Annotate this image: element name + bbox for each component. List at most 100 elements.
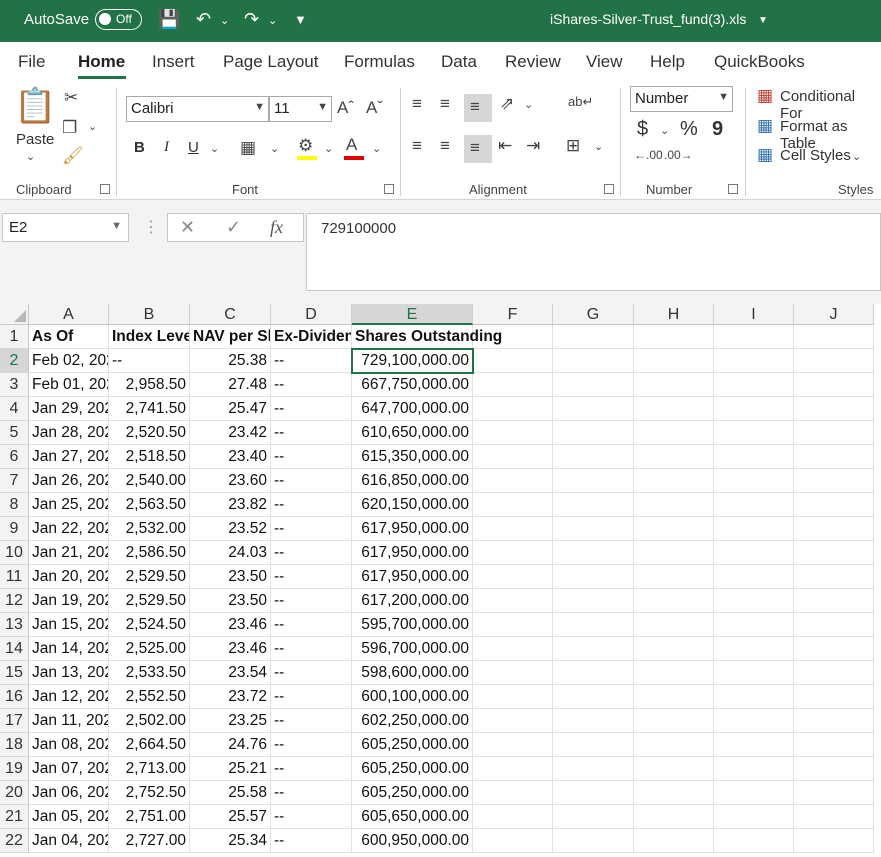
row-header[interactable]: 4	[0, 397, 29, 421]
column-header-e[interactable]: E	[352, 304, 473, 325]
cell-e20[interactable]: 605,250,000.00	[352, 781, 473, 805]
cell-g14[interactable]	[553, 637, 634, 661]
row-header[interactable]: 14	[0, 637, 29, 661]
cell-i12[interactable]	[714, 589, 794, 613]
cell-j13[interactable]	[794, 613, 874, 637]
cell-h10[interactable]	[634, 541, 714, 565]
cell-b11[interactable]: 2,529.50	[109, 565, 190, 589]
row-header[interactable]: 6	[0, 445, 29, 469]
cell-c19[interactable]: 25.21	[190, 757, 271, 781]
cell-i1[interactable]	[714, 325, 794, 349]
row-header[interactable]: 10	[0, 541, 29, 565]
cell-j21[interactable]	[794, 805, 874, 829]
cell-e22[interactable]: 600,950,000.00	[352, 829, 473, 853]
cell-e17[interactable]: 602,250,000.00	[352, 709, 473, 733]
font-name-combo[interactable]: Calibri ▼	[126, 96, 269, 122]
cell-d12[interactable]: --	[271, 589, 352, 613]
clipboard-launcher-icon[interactable]	[100, 184, 110, 194]
cell-g10[interactable]	[553, 541, 634, 565]
cell-e4[interactable]: 647,700,000.00	[352, 397, 473, 421]
column-header-c[interactable]: C	[190, 304, 271, 325]
cell-h1[interactable]	[634, 325, 714, 349]
cell-styles-dropdown-icon[interactable]: ⌄	[852, 150, 861, 163]
paste-icon[interactable]: 📋	[14, 86, 56, 126]
cell-d8[interactable]: --	[271, 493, 352, 517]
title-dropdown-icon[interactable]: ▼	[758, 15, 768, 26]
cell-c4[interactable]: 25.47	[190, 397, 271, 421]
cell-j12[interactable]	[794, 589, 874, 613]
cell-d9[interactable]: --	[271, 517, 352, 541]
cell-h16[interactable]	[634, 685, 714, 709]
cell-i5[interactable]	[714, 421, 794, 445]
cell-b16[interactable]: 2,552.50	[109, 685, 190, 709]
cell-i13[interactable]	[714, 613, 794, 637]
cell-d4[interactable]: --	[271, 397, 352, 421]
cell-d15[interactable]: --	[271, 661, 352, 685]
orientation-dropdown-icon[interactable]: ⌄	[524, 98, 533, 111]
cell-h22[interactable]	[634, 829, 714, 853]
cell-a4[interactable]: Jan 29, 2021	[29, 397, 109, 421]
cell-g13[interactable]	[553, 613, 634, 637]
cell-c12[interactable]: 23.50	[190, 589, 271, 613]
cell-g11[interactable]	[553, 565, 634, 589]
orientation-icon[interactable]: ⇗	[500, 94, 514, 114]
underline-button[interactable]: U	[188, 139, 199, 156]
cell-a20[interactable]: Jan 06, 2021	[29, 781, 109, 805]
cell-f22[interactable]	[473, 829, 553, 853]
enter-icon[interactable]: ✓	[226, 217, 241, 238]
row-header[interactable]: 16	[0, 685, 29, 709]
cell-c17[interactable]: 23.25	[190, 709, 271, 733]
cell-f10[interactable]	[473, 541, 553, 565]
currency-button[interactable]: $	[637, 118, 648, 141]
cell-i16[interactable]	[714, 685, 794, 709]
tab-page-layout[interactable]: Page Layout	[223, 52, 318, 72]
cell-d6[interactable]: --	[271, 445, 352, 469]
cancel-icon[interactable]: ✕	[180, 217, 195, 238]
cell-h19[interactable]	[634, 757, 714, 781]
cell-j20[interactable]	[794, 781, 874, 805]
cell-i4[interactable]	[714, 397, 794, 421]
cell-j17[interactable]	[794, 709, 874, 733]
column-header-f[interactable]: F	[473, 304, 553, 325]
cell-d5[interactable]: --	[271, 421, 352, 445]
cell-a21[interactable]: Jan 05, 2021	[29, 805, 109, 829]
borders-icon[interactable]: ▦	[240, 138, 256, 158]
cell-c5[interactable]: 23.42	[190, 421, 271, 445]
cell-h11[interactable]	[634, 565, 714, 589]
merge-dropdown-icon[interactable]: ⌄	[594, 140, 603, 153]
cell-g18[interactable]	[553, 733, 634, 757]
row-header[interactable]: 1	[0, 325, 29, 349]
cell-i15[interactable]	[714, 661, 794, 685]
cell-c15[interactable]: 23.54	[190, 661, 271, 685]
cut-icon[interactable]: ✂	[64, 88, 78, 108]
cell-b6[interactable]: 2,518.50	[109, 445, 190, 469]
cell-i14[interactable]	[714, 637, 794, 661]
cell-f15[interactable]	[473, 661, 553, 685]
paste-button[interactable]: Paste	[16, 131, 54, 148]
cell-a14[interactable]: Jan 14, 2021	[29, 637, 109, 661]
cell-i7[interactable]	[714, 469, 794, 493]
row-header[interactable]: 3	[0, 373, 29, 397]
cell-d13[interactable]: --	[271, 613, 352, 637]
cell-g6[interactable]	[553, 445, 634, 469]
cell-b1[interactable]: Index Level	[109, 325, 190, 349]
underline-dropdown-icon[interactable]: ⌄	[210, 142, 219, 155]
cell-f9[interactable]	[473, 517, 553, 541]
cell-a12[interactable]: Jan 19, 2021	[29, 589, 109, 613]
cell-j8[interactable]	[794, 493, 874, 517]
cell-h4[interactable]	[634, 397, 714, 421]
redo-dropdown-icon[interactable]: ⌄	[268, 14, 277, 27]
align-middle-icon[interactable]: ≡	[440, 94, 450, 114]
cell-e18[interactable]: 605,250,000.00	[352, 733, 473, 757]
cell-a11[interactable]: Jan 20, 2021	[29, 565, 109, 589]
cell-b7[interactable]: 2,540.00	[109, 469, 190, 493]
document-title[interactable]: iShares-Silver-Trust_fund(3).xls	[550, 11, 746, 27]
cell-f8[interactable]	[473, 493, 553, 517]
cell-c11[interactable]: 23.50	[190, 565, 271, 589]
cell-j14[interactable]	[794, 637, 874, 661]
cell-j2[interactable]	[794, 349, 874, 373]
row-header[interactable]: 18	[0, 733, 29, 757]
cell-h2[interactable]	[634, 349, 714, 373]
cell-h9[interactable]	[634, 517, 714, 541]
cell-j6[interactable]	[794, 445, 874, 469]
